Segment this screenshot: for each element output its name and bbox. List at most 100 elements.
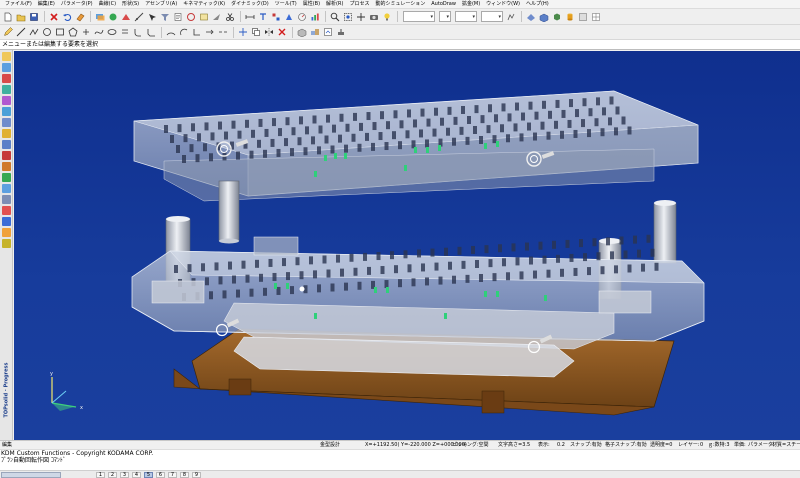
graphics-viewport[interactable]: y x [14,51,800,440]
tool-icon[interactable] [1,118,11,127]
cylinder-icon[interactable] [564,11,576,23]
circle-icon[interactable] [41,26,53,38]
blue-shape-icon[interactable] [283,11,295,23]
layer-tab-3[interactable]: 3 [120,472,129,478]
tool-icon[interactable] [1,52,11,61]
tool-icon[interactable] [1,162,11,171]
arc-icon[interactable] [165,26,177,38]
menu-item[interactable]: ダイナミック(D) [228,0,272,8]
pen-style-select[interactable]: ▾ [403,11,435,22]
grid-icon[interactable] [590,11,602,23]
pattern-icon[interactable] [270,11,282,23]
menu-item[interactable]: ウィンドウ(W) [483,0,523,8]
tool-icon[interactable] [1,140,11,149]
zoom-window-icon[interactable] [342,11,354,23]
pencil-icon[interactable] [2,26,14,38]
layer-tab-5[interactable]: 5 [144,472,153,478]
menu-item[interactable]: アセンブリ(A) [142,0,180,8]
layer-tab-4[interactable]: 4 [132,472,141,478]
layer-tab-2[interactable]: 2 [108,472,117,478]
polygon-icon[interactable] [67,26,79,38]
layer-field[interactable] [1,472,61,478]
analysis-icon[interactable] [296,11,308,23]
tool-icon[interactable] [1,239,11,248]
new-file-icon[interactable] [2,11,14,23]
layer-tab-7[interactable]: 7 [168,472,177,478]
mirror-icon[interactable] [263,26,275,38]
chart-icon[interactable] [309,11,321,23]
delete-icon[interactable] [48,11,60,23]
menu-item[interactable]: ファイル(F) [2,0,35,8]
cube-icon[interactable] [551,11,563,23]
menu-item[interactable]: 解析(R) [323,0,346,8]
save-icon[interactable] [28,11,40,23]
info-icon[interactable] [198,11,210,23]
ellipse-icon[interactable] [106,26,118,38]
menu-item[interactable]: AutoDraw [428,0,459,8]
trim-icon[interactable] [191,26,203,38]
copy-icon[interactable] [250,26,262,38]
tool-icon[interactable] [1,228,11,237]
tool-icon[interactable] [1,85,11,94]
open-folder-icon[interactable] [15,11,27,23]
menu-item[interactable]: 編集(E) [35,0,58,8]
view-select-icon[interactable] [577,11,589,23]
sculpt-icon[interactable] [505,11,517,23]
render-icon[interactable] [525,11,537,23]
tool-icon[interactable] [1,129,11,138]
chamfer-icon[interactable] [145,26,157,38]
line-icon[interactable] [15,26,27,38]
assembly-icon[interactable] [309,26,321,38]
stamp-icon[interactable] [335,26,347,38]
highlight-icon[interactable] [185,11,197,23]
drawing-icon[interactable] [322,26,334,38]
tool-icon[interactable] [1,173,11,182]
knife-icon[interactable] [211,11,223,23]
layer-tab-1[interactable]: 1 [96,472,105,478]
layer-icon[interactable] [94,11,106,23]
break-icon[interactable] [217,26,229,38]
tool-icon[interactable] [1,217,11,226]
layer-tab-9[interactable]: 9 [192,472,201,478]
attribute-icon[interactable] [120,11,132,23]
menu-item[interactable]: 形状(S) [119,0,142,8]
menu-item[interactable]: 拡金(M) [459,0,483,8]
dimension-icon[interactable] [244,11,256,23]
cancel-red-icon[interactable] [276,26,288,38]
measure-icon[interactable] [133,11,145,23]
tool-icon[interactable] [1,107,11,116]
spline-icon[interactable] [93,26,105,38]
pick-icon[interactable] [146,11,158,23]
menu-item[interactable]: パラメータ(P) [58,0,96,8]
menu-item[interactable]: キネマティック(K) [180,0,228,8]
tool-icon[interactable] [1,63,11,72]
marker-select[interactable]: ▾ [481,11,503,22]
layer-tab-8[interactable]: 8 [180,472,189,478]
move-icon[interactable] [237,26,249,38]
polyline-icon[interactable] [28,26,40,38]
filter-icon[interactable] [159,11,171,23]
line-type-select[interactable]: ▾ [455,11,477,22]
menu-item[interactable]: 動的シミュレーション [372,0,428,8]
tool-icon[interactable] [1,151,11,160]
line-weight-select[interactable]: ▾ [439,11,451,22]
menu-item[interactable]: ヘルプ(H) [523,0,552,8]
color-icon[interactable] [107,11,119,23]
tool-icon[interactable] [1,206,11,215]
menu-item[interactable]: 曲線(C) [96,0,119,8]
fillet-icon[interactable] [132,26,144,38]
tool-icon[interactable] [1,195,11,204]
menu-item[interactable]: プロセス [346,0,372,8]
arc-3pt-icon[interactable] [178,26,190,38]
shading-icon[interactable] [538,11,550,23]
menu-item[interactable]: ツール(T) [272,0,300,8]
part-icon[interactable] [296,26,308,38]
pan-icon[interactable] [355,11,367,23]
offset-icon[interactable] [119,26,131,38]
properties-icon[interactable] [172,11,184,23]
cut-icon[interactable] [224,11,236,23]
tool-icon[interactable] [1,184,11,193]
point-icon[interactable] [80,26,92,38]
tool-icon[interactable] [1,96,11,105]
undo-icon[interactable] [61,11,73,23]
